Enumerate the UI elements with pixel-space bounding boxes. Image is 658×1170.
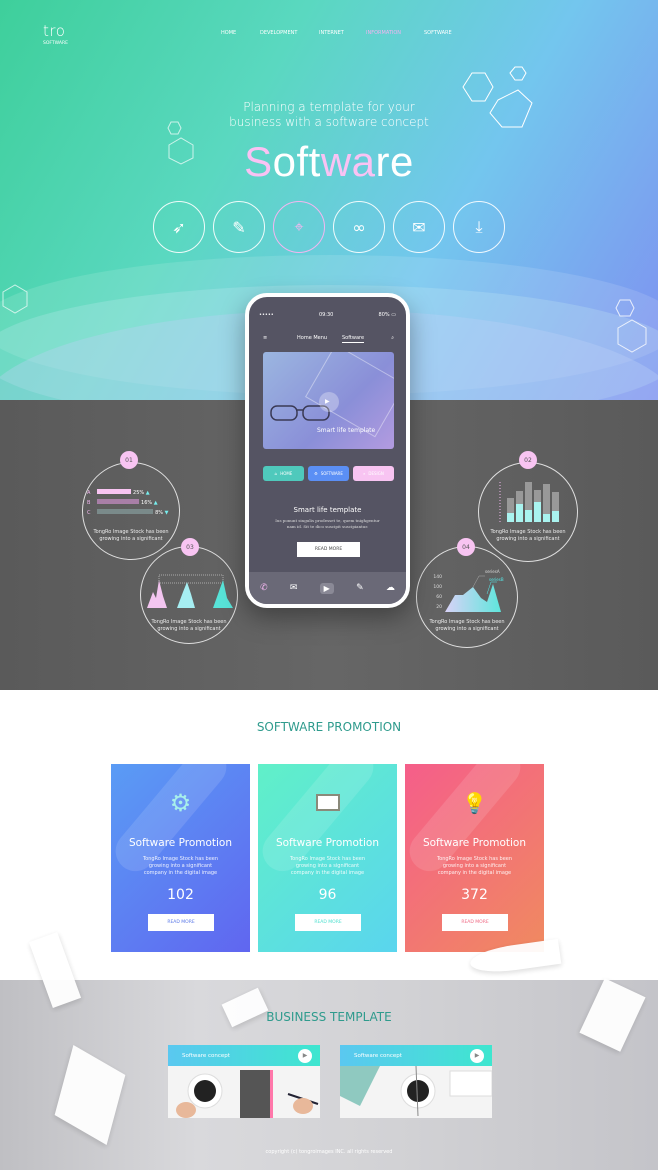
coffee-desk-photo bbox=[340, 1065, 492, 1118]
play-icon[interactable]: ▶ bbox=[319, 582, 334, 594]
gears-icon: ⚙ bbox=[169, 789, 192, 817]
nav-information[interactable]: INFORMATION bbox=[366, 30, 401, 36]
bar-chart bbox=[499, 482, 559, 522]
cube-decoration-icon bbox=[2, 284, 28, 314]
badge-01: 01 bbox=[120, 451, 138, 469]
promotion-card: ⚙ Software Promotion TongRo Image Stock h… bbox=[111, 764, 250, 952]
promotion-section-title: SOFTWARE PROMOTION bbox=[256, 720, 402, 734]
cursor-click-icon[interactable]: ➶ bbox=[153, 201, 205, 253]
cube-decoration-icon bbox=[615, 299, 647, 353]
infographic-03-text: TongRo Image Stock has been growing into … bbox=[151, 619, 227, 632]
nav-software[interactable]: SOFTWARE bbox=[424, 30, 452, 36]
legend-series-b: seriesB bbox=[489, 577, 504, 582]
bar-list: A 25% ▲ B 16% ▲ C 8% ▼ bbox=[87, 489, 169, 516]
business-section-title: BUSINESS TEMPLATE bbox=[266, 1010, 392, 1024]
map-pin-icon[interactable]: ⌖ bbox=[273, 201, 325, 253]
design-button[interactable]: ⌕ DESIGN bbox=[353, 466, 394, 481]
nav-development[interactable]: DEVELOPMENT bbox=[260, 30, 297, 36]
mail-icon[interactable]: ✉ bbox=[290, 583, 298, 593]
infographic-02-text: TongRo Image Stock has been growing into … bbox=[490, 529, 566, 542]
image-caption: Smart life template bbox=[317, 427, 376, 434]
play-icon[interactable]: ▶ bbox=[325, 398, 330, 405]
hamburger-menu-icon[interactable]: ≡ bbox=[263, 335, 267, 341]
phone-tab-bar: ✆ ✉ ▶ ✎ ☁ bbox=[249, 572, 406, 604]
phone-category-buttons: ⌂ HOME ⚙ SOFTWARE ⌕ DESIGN bbox=[263, 466, 394, 481]
nav-internet[interactable]: INTERNET bbox=[319, 30, 344, 36]
hero-title: Software bbox=[244, 138, 414, 185]
home-button[interactable]: ⌂ HOME bbox=[263, 466, 304, 481]
hero-icon-row: ➶ ✎ ⌖ ∞ ✉ ⤓ bbox=[153, 201, 505, 253]
phone-hero-image[interactable]: ▶ Smart life template bbox=[263, 352, 394, 449]
promotion-card: 💡 Software Promotion TongRo Image Stock h… bbox=[405, 764, 544, 952]
phone-icon[interactable]: ✆ bbox=[260, 583, 268, 593]
infographic-04-text: TongRo Image Stock has been growing into … bbox=[429, 619, 505, 632]
peaks-chart bbox=[147, 574, 233, 608]
read-more-button[interactable]: READ MORE bbox=[442, 914, 508, 931]
phone-tab-software[interactable]: Software bbox=[342, 335, 365, 343]
search-icon: ⌕ bbox=[363, 471, 366, 476]
read-more-button[interactable]: READ MORE bbox=[295, 914, 361, 931]
link-icon[interactable]: ∞ bbox=[333, 201, 385, 253]
infographic-01-text: TongRo Image Stock has been growing into … bbox=[93, 529, 169, 542]
edit-icon[interactable]: ✎ bbox=[356, 583, 364, 593]
hero-tagline: Planning a template for your business wit… bbox=[229, 100, 429, 129]
monitor-icon bbox=[316, 794, 340, 811]
badge-03: 03 bbox=[181, 538, 199, 556]
mail-icon[interactable]: ✉ bbox=[393, 201, 445, 253]
edit-document-icon[interactable]: ✎ bbox=[213, 201, 265, 253]
lightbulb-icon: 💡 bbox=[462, 791, 487, 815]
search-icon[interactable]: ⌕ bbox=[391, 335, 394, 341]
phone-body-text: Ius ponunt singulis prodesset te, quem t… bbox=[275, 518, 380, 529]
phone-mockup: ••••• 09:30 80% ▭ ≡ Home Menu Software ⌕ ▶… bbox=[245, 293, 410, 608]
home-icon: ⌂ bbox=[274, 471, 278, 476]
cloud-icon[interactable]: ☁ bbox=[386, 583, 395, 593]
phone-read-more-button[interactable]: READ MORE bbox=[297, 542, 360, 557]
read-more-button[interactable]: READ MORE bbox=[148, 914, 214, 931]
badge-04: 04 bbox=[457, 538, 475, 556]
software-button[interactable]: ⚙ SOFTWARE bbox=[308, 466, 349, 481]
play-icon[interactable]: ▶ bbox=[470, 1048, 484, 1063]
phone-heading: Smart life template bbox=[293, 506, 362, 514]
business-card[interactable]: Software concept ▶ bbox=[340, 1045, 492, 1118]
phone-tab-home-menu[interactable]: Home Menu bbox=[297, 335, 327, 341]
copyright: copyright (c) tongroimages INC. all righ… bbox=[265, 1149, 393, 1155]
nav-home[interactable]: HOME bbox=[221, 30, 236, 36]
gear-icon: ⚙ bbox=[314, 471, 318, 476]
badge-02: 02 bbox=[519, 451, 537, 469]
coffee-notebook-photo bbox=[168, 1066, 320, 1118]
logo[interactable]: tro SOFTWARE bbox=[43, 22, 68, 46]
play-icon[interactable]: ▶ bbox=[298, 1048, 312, 1063]
promotion-card: Software Promotion TongRo Image Stock has… bbox=[258, 764, 397, 952]
y-axis-ticks: 140 100 60 20 bbox=[433, 575, 442, 610]
business-card[interactable]: Software concept ▶ bbox=[168, 1045, 320, 1118]
download-icon[interactable]: ⤓ bbox=[453, 201, 505, 253]
legend-series-a: seriesA bbox=[485, 569, 500, 574]
phone-status-bar: ••••• 09:30 80% ▭ bbox=[259, 312, 396, 318]
